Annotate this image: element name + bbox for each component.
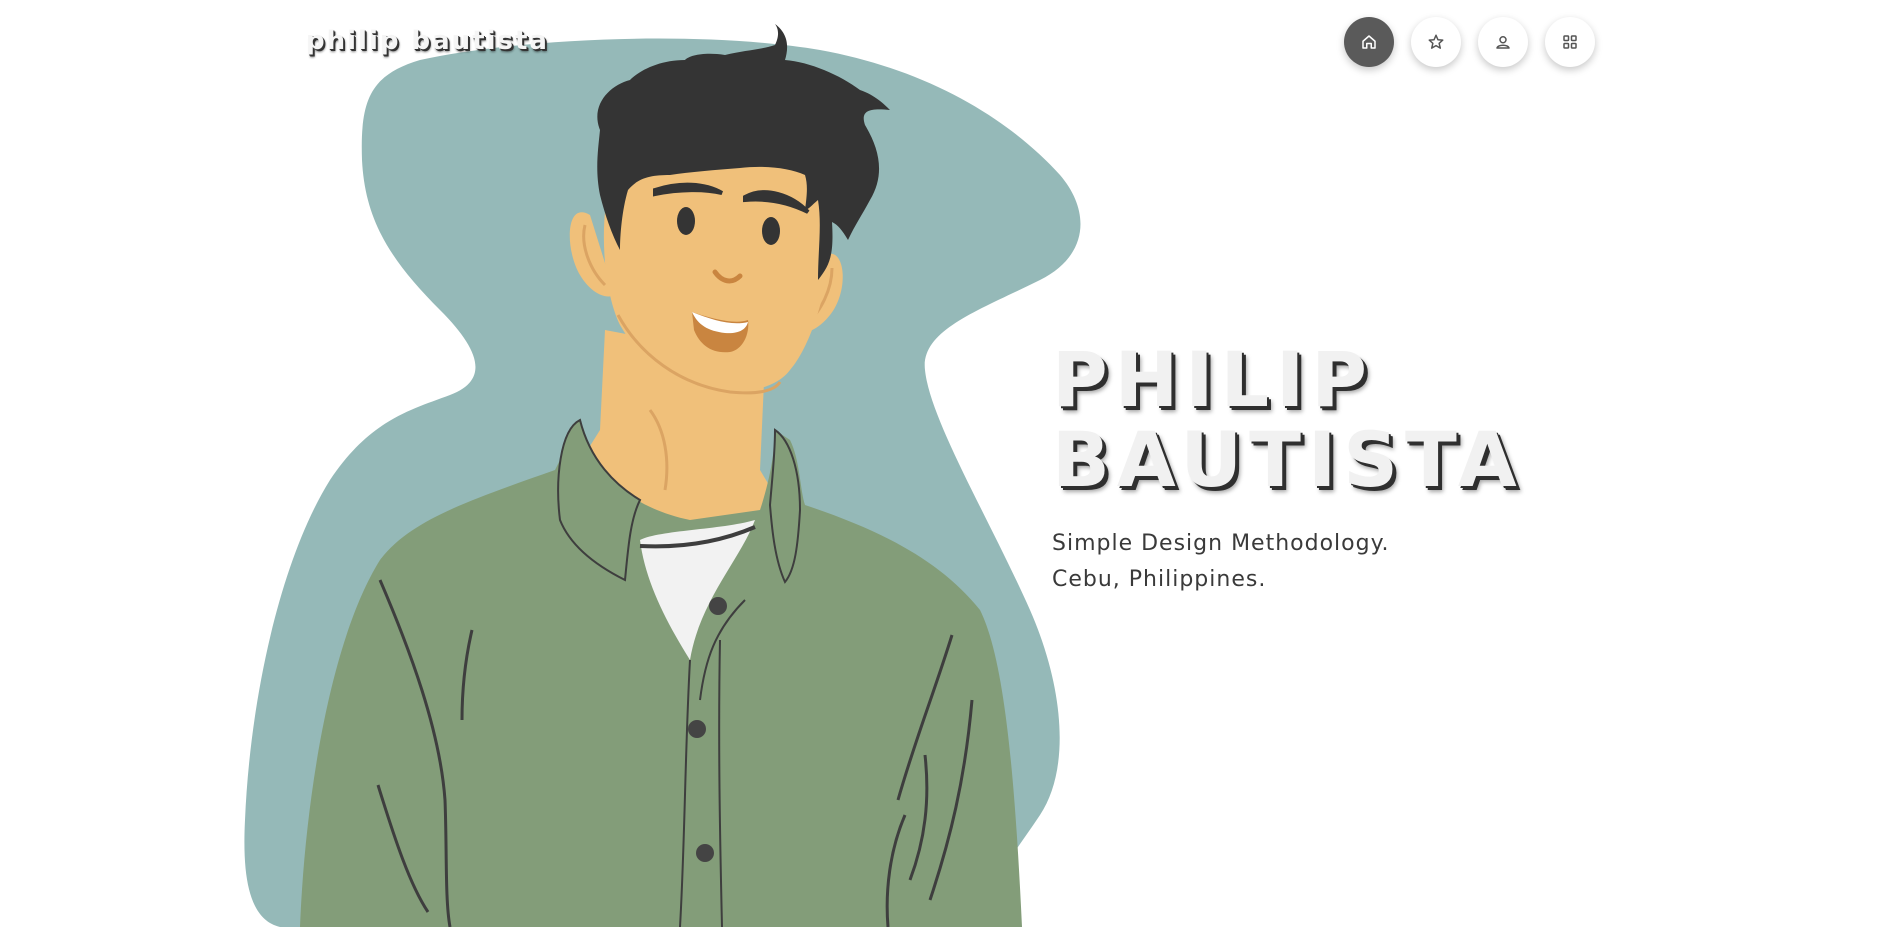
profile-button[interactable] <box>1478 17 1528 67</box>
eye-left <box>677 207 695 235</box>
hero-title-line-1: PHILIP <box>1052 335 1374 424</box>
shirt-button <box>696 844 714 862</box>
tagline-line-2: Cebu, Philippines. <box>1052 567 1267 592</box>
home-button[interactable] <box>1344 17 1394 67</box>
portrait-illustration <box>244 24 1081 927</box>
top-nav <box>1344 17 1595 67</box>
shirt-button <box>688 720 706 738</box>
shirt-button <box>709 597 727 615</box>
hero-title: PHILIP BAUTISTA <box>1052 340 1524 500</box>
hero-title-line-2: BAUTISTA <box>1052 415 1524 504</box>
favorites-button[interactable] <box>1411 17 1461 67</box>
grid-icon <box>1563 35 1577 49</box>
tagline-line-1: Simple Design Methodology. <box>1052 531 1390 556</box>
hero-tagline: Simple Design Methodology. Cebu, Philipp… <box>1052 526 1389 598</box>
star-icon <box>1428 34 1444 49</box>
eye-right <box>762 217 780 245</box>
portfolio-button[interactable] <box>1545 17 1595 67</box>
home-icon <box>1362 35 1376 49</box>
page: philip bautista PHILIP BAUTISTA Simple D… <box>0 0 1894 927</box>
user-icon <box>1496 36 1510 49</box>
logo[interactable]: philip bautista <box>306 26 549 56</box>
